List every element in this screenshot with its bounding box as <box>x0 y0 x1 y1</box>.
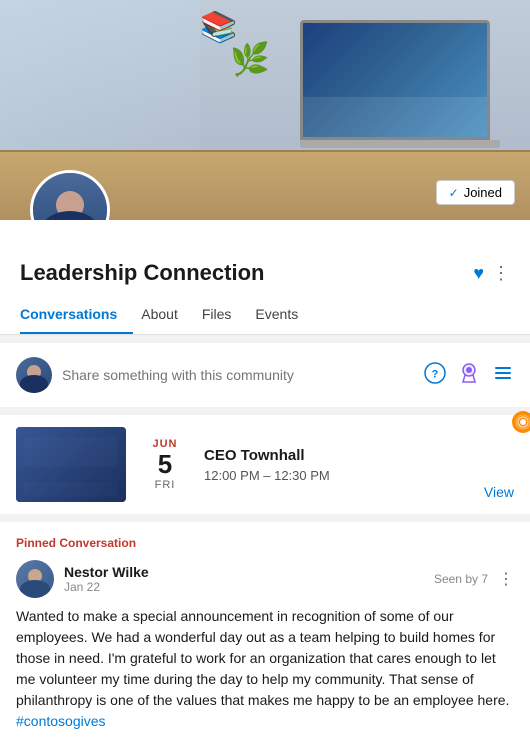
conversation-header: Nestor Wilke Jan 22 Seen by 7 ⋮ <box>16 560 514 598</box>
event-date-badge: JUN 5 FRI <box>140 438 190 491</box>
community-header: Leadership Connection ♥ ⋮ Conversations … <box>0 220 530 335</box>
svg-text:?: ? <box>432 368 439 380</box>
event-info: CEO Townhall 12:00 PM – 12:30 PM <box>204 447 514 483</box>
community-title-actions: ♥ ⋮ <box>473 263 510 284</box>
joined-label: Joined <box>464 185 502 200</box>
pinned-section: Pinned Conversation Nestor Wilke Jan 22 … <box>0 522 530 746</box>
list-icon[interactable] <box>492 362 514 389</box>
live-badge <box>512 411 530 433</box>
seen-count: Seen by 7 <box>434 572 488 586</box>
tab-events[interactable]: Events <box>255 296 314 334</box>
pinned-label: Pinned Conversation <box>16 536 514 550</box>
share-actions: ? <box>424 362 514 389</box>
conversation-meta: Nestor Wilke Jan 22 <box>64 564 424 594</box>
joined-button[interactable]: ✓ Joined <box>436 180 515 205</box>
event-thumbnail <box>16 427 126 502</box>
like-icon[interactable]: ♥ <box>473 263 484 284</box>
conversation-date: Jan 22 <box>64 580 424 594</box>
conversation-more-button[interactable]: ⋮ <box>498 569 514 589</box>
event-title: CEO Townhall <box>204 447 514 464</box>
tab-conversations[interactable]: Conversations <box>20 296 133 334</box>
conversation-author: Nestor Wilke <box>64 564 424 580</box>
conversation-text: Wanted to make a special announcement in… <box>16 608 509 708</box>
event-time: 12:00 PM – 12:30 PM <box>204 468 514 483</box>
conversation-body: Wanted to make a special announcement in… <box>16 606 514 732</box>
community-title: Leadership Connection <box>20 260 264 286</box>
award-icon[interactable] <box>458 362 480 389</box>
event-card: JUN 5 FRI CEO Townhall 12:00 PM – 12:30 … <box>0 415 530 514</box>
laptop-screen-content <box>303 23 487 137</box>
hero-avatar <box>30 170 110 220</box>
community-title-row: Leadership Connection ♥ ⋮ <box>20 260 510 286</box>
event-view-button[interactable]: View <box>484 484 514 500</box>
question-badge-icon[interactable]: ? <box>424 362 446 389</box>
event-dow: FRI <box>140 479 190 491</box>
tab-files[interactable]: Files <box>202 296 248 334</box>
hero-avatar-person <box>33 173 107 220</box>
share-section: ? <box>0 343 530 407</box>
hero-laptop <box>300 20 500 160</box>
hashtag-link[interactable]: #contosogives <box>16 713 106 729</box>
conversation-avatar <box>16 560 54 598</box>
share-avatar <box>16 357 52 393</box>
seen-by: Seen by 7 <box>434 572 488 586</box>
laptop-base <box>300 140 500 148</box>
laptop-screen <box>300 20 490 140</box>
share-input[interactable] <box>62 367 414 383</box>
hero-window-light <box>0 0 200 155</box>
community-more-button[interactable]: ⋮ <box>492 263 510 284</box>
joined-check-icon: ✓ <box>449 186 459 200</box>
hero-banner: 🌿 ✓ Joined <box>0 0 530 220</box>
event-day: 5 <box>140 450 190 479</box>
nav-tabs: Conversations About Files Events <box>20 296 510 334</box>
tab-about[interactable]: About <box>141 296 194 334</box>
